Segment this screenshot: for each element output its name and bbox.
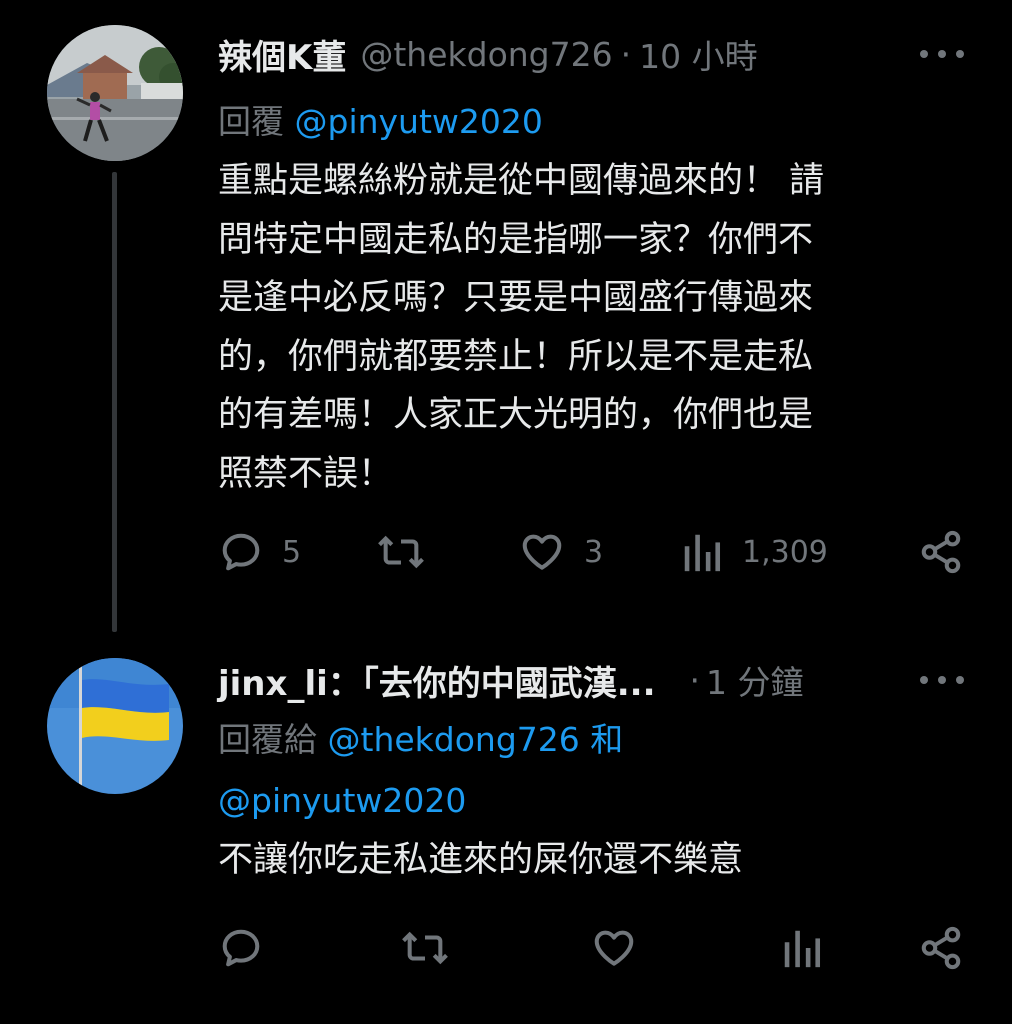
tweet-text-line: 的，你們就都要禁止！所以是不是走私 <box>218 336 814 377</box>
tweet-text-line: 照禁不誤！ <box>218 453 394 494</box>
reply-context: 回覆給 @thekdong726 和 <box>218 712 623 768</box>
tweet-actions <box>218 918 964 978</box>
tweet-1[interactable]: 辣個K董 @thekdong726 · 10 小時 回覆 @pinyutw202… <box>0 0 1012 640</box>
reply-icon <box>222 533 260 571</box>
reply-button[interactable] <box>218 918 282 978</box>
avatar-ukraine-flag-icon <box>47 658 183 794</box>
retweet-button[interactable] <box>376 522 444 582</box>
share-icon <box>921 530 961 574</box>
heart-icon <box>522 534 562 570</box>
tweet-text-line: 是逢中必反嗎？只要是中國盛行傳過來 <box>218 278 814 318</box>
reply-mention-link[interactable]: @thekdong726 <box>328 720 580 759</box>
avatar-jinx-li[interactable] <box>47 658 183 794</box>
tweet-timestamp[interactable]: 1 分鐘 <box>706 656 804 704</box>
tweet-text-line: 重點是螺絲粉就是從中國傳過來的！ 請 <box>218 161 825 201</box>
reply-context: 回覆 @pinyutw2020 <box>218 94 543 150</box>
retweet-button[interactable] <box>400 918 468 978</box>
meta-separator: · <box>689 660 701 700</box>
views-chart-icon <box>784 930 821 968</box>
reply-join-word: 和 <box>590 720 624 759</box>
tweet-actions: 5 3 1,309 <box>218 522 964 582</box>
avatar-photo-icon <box>47 25 183 161</box>
views-count: 1,309 <box>742 534 828 570</box>
tweet-header: jinx_li：「去你的中國武漢... · 1 分鐘 <box>218 648 964 712</box>
views-button[interactable] <box>780 918 842 978</box>
like-count: 3 <box>584 534 604 570</box>
reply-prefix: 回覆給 <box>218 720 317 759</box>
tweet-text-line: 問特定中國走私的是指哪一家？你們不 <box>218 219 814 260</box>
more-horizontal-icon[interactable] <box>920 668 964 692</box>
retweet-icon <box>378 535 424 569</box>
user-handle[interactable]: @thekdong726 <box>360 35 612 74</box>
reply-icon <box>222 929 260 967</box>
tweet-text-line: 的有差嗎！人家正大光明的，你們也是 <box>218 395 814 435</box>
tweet-text: 重點是螺絲粉就是從中國傳過來的！ 請 問特定中國走私的是指哪一家？你們不 是逢中… <box>218 152 950 503</box>
like-button[interactable]: 3 <box>518 522 603 582</box>
avatar-thekdong726[interactable] <box>47 25 183 161</box>
display-name[interactable]: 辣個K董 <box>218 30 346 79</box>
share-button[interactable] <box>918 522 964 582</box>
tweet-text: 不讓你吃走私進來的屎你還不樂意 <box>218 840 744 880</box>
tweet-timestamp[interactable]: 10 小時 <box>639 30 757 78</box>
retweet-icon <box>402 931 448 965</box>
views-button[interactable]: 1,309 <box>680 522 828 582</box>
reply-count: 5 <box>282 534 302 570</box>
meta-separator: · <box>620 34 632 74</box>
like-button[interactable] <box>590 918 656 978</box>
share-icon <box>921 926 961 970</box>
tweet-header: 辣個K董 @thekdong726 · 10 小時 <box>218 26 964 82</box>
reply-button[interactable]: 5 <box>218 522 301 582</box>
heart-icon <box>594 930 634 966</box>
display-name[interactable]: jinx_li：「去你的中國武漢... <box>218 656 656 705</box>
views-chart-icon <box>684 534 721 572</box>
reply-mention-link[interactable]: @pinyutw2020 <box>218 773 466 829</box>
reply-mention-link[interactable]: @pinyutw2020 <box>295 102 543 141</box>
more-horizontal-icon[interactable] <box>920 42 964 66</box>
reply-prefix: 回覆 <box>218 102 284 141</box>
share-button[interactable] <box>918 918 964 978</box>
thread-line <box>112 172 117 632</box>
